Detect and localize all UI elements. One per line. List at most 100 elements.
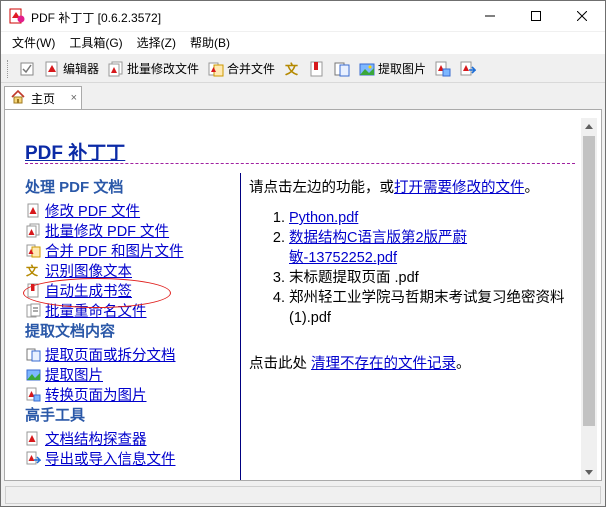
scroll-thumb[interactable]: [583, 136, 595, 426]
cleanup-prefix: 点击此处: [249, 356, 312, 372]
minimize-button[interactable]: [467, 1, 513, 31]
batch-modify-button[interactable]: 批量修改文件: [104, 57, 202, 81]
page-title[interactable]: PDF 补丁丁: [25, 138, 125, 165]
export-arrow-icon: [25, 450, 41, 466]
ocr-text-icon: 文: [25, 262, 41, 278]
home-page: PDF 补丁丁 处理 PDF 文档 修改 PDF 文件 批量修改 PDF 文件 …: [13, 118, 580, 480]
home-icon: [10, 89, 26, 108]
feature-extract-pages-link[interactable]: 提取页面或拆分文档: [45, 344, 176, 365]
pdf-app-icon: [9, 8, 25, 24]
feature-merge-link[interactable]: 合并 PDF 和图片文件: [45, 240, 184, 261]
close-button[interactable]: [559, 1, 605, 31]
image-icon: [25, 366, 41, 382]
pdf-to-image-button[interactable]: [431, 57, 454, 81]
recent-file-item[interactable]: 末标题提取页面 .pdf: [289, 268, 575, 288]
checkbox-icon: [18, 60, 35, 77]
scroll-up-icon[interactable]: [581, 118, 597, 134]
feature-ocr[interactable]: 文 识别图像文本: [25, 260, 235, 280]
pdf-merge-icon: [207, 60, 224, 77]
recent-file-name[interactable]: 末标题提取页面 .pdf: [289, 270, 419, 286]
scroll-down-icon[interactable]: [581, 464, 597, 480]
extract-pages-button[interactable]: [330, 57, 353, 81]
recent-file-item[interactable]: 郑州轻工业学院马哲期末考试复习绝密资料 (1).pdf: [289, 288, 575, 328]
feature-modify-pdf-link[interactable]: 修改 PDF 文件: [45, 200, 140, 221]
feature-page-to-image-link[interactable]: 转换页面为图片: [45, 384, 147, 405]
cleanup-text: 点击此处 清理不存在的文件记录。: [249, 354, 575, 374]
svg-text:文: 文: [285, 62, 299, 77]
feature-structure-explorer[interactable]: 文档结构探查器: [25, 428, 235, 448]
intro-suffix: 。: [524, 180, 540, 196]
menu-bar: 文件(W) 工具箱(G) 选择(Z) 帮助(B): [1, 32, 605, 54]
recent-file-link[interactable]: 数据结构C语言版第2版严蔚敏-13752252.pdf: [289, 230, 467, 266]
tab-home-label: 主页: [31, 92, 56, 106]
feature-modify-pdf[interactable]: 修改 PDF 文件: [25, 200, 235, 220]
open-file-link[interactable]: 打开需要修改的文件: [394, 180, 525, 196]
menu-toolbox[interactable]: 工具箱(G): [62, 32, 129, 54]
rename-icon: [25, 302, 41, 318]
pdf-merge-icon: [25, 242, 41, 258]
select-toggle-button[interactable]: [15, 57, 38, 81]
export-arrow-icon: [459, 60, 476, 77]
title-divider: [25, 163, 575, 164]
maximize-button[interactable]: [513, 1, 559, 31]
bookmark-icon: [308, 60, 325, 77]
feature-batch-modify-link[interactable]: 批量修改 PDF 文件: [45, 220, 169, 241]
batch-modify-label: 批量修改文件: [127, 62, 200, 76]
tab-strip: 主页 ×: [1, 84, 605, 110]
merge-button[interactable]: 合并文件: [204, 57, 278, 81]
app-window: PDF 补丁丁 [0.6.2.3572] 文件(W) 工具箱(G) 选择(Z) …: [0, 0, 606, 507]
highlight-ellipse: [23, 278, 171, 308]
extract-pages-icon: [333, 60, 350, 77]
image-icon: [358, 60, 375, 77]
pdf-edit-icon: [25, 202, 41, 218]
pdf-convert-icon: [434, 60, 451, 77]
recent-file-name[interactable]: 郑州轻工业学院马哲期末考试复习绝密资料 (1).pdf: [289, 290, 565, 326]
menu-file[interactable]: 文件(W): [5, 32, 62, 54]
section-heading-process: 处理 PDF 文档: [25, 179, 124, 196]
tab-home[interactable]: 主页 ×: [4, 86, 82, 110]
editor-button[interactable]: 编辑器: [40, 57, 102, 81]
extract-images-label: 提取图片: [378, 62, 427, 76]
feature-export-import-info-link[interactable]: 导出或导入信息文件: [45, 448, 176, 469]
recent-file-item[interactable]: 数据结构C语言版第2版严蔚敏-13752252.pdf: [289, 228, 575, 268]
recent-file-item[interactable]: Python.pdf: [289, 208, 575, 228]
title-bar: PDF 补丁丁 [0.6.2.3572]: [1, 1, 605, 31]
bookmark-button[interactable]: [305, 57, 328, 81]
feature-extract-images-link[interactable]: 提取图片: [45, 364, 103, 385]
toolbar: 编辑器 批量修改文件 合并文件 文 提取图片: [1, 55, 605, 83]
feature-extract-images[interactable]: 提取图片: [25, 364, 235, 384]
svg-text:文: 文: [26, 263, 39, 278]
recent-panel: 请点击左边的功能，或打开需要修改的文件。 Python.pdf 数据结构C语言版…: [249, 176, 575, 374]
menu-select[interactable]: 选择(Z): [130, 32, 183, 54]
feature-structure-explorer-link[interactable]: 文档结构探查器: [45, 428, 147, 449]
cleanup-link[interactable]: 清理不存在的文件记录: [311, 356, 456, 372]
status-panel: [5, 486, 601, 504]
recent-file-link[interactable]: Python.pdf: [289, 210, 358, 226]
editor-label: 编辑器: [63, 62, 100, 76]
pdf-convert-icon: [25, 386, 41, 402]
pdf-batch-icon: [25, 222, 41, 238]
feature-batch-modify[interactable]: 批量修改 PDF 文件: [25, 220, 235, 240]
pdf-inspect-icon: [25, 430, 41, 446]
feature-export-import-info[interactable]: 导出或导入信息文件: [25, 448, 235, 468]
feature-extract-pages[interactable]: 提取页面或拆分文档: [25, 344, 235, 364]
merge-label: 合并文件: [227, 62, 276, 76]
toolbar-grip: [7, 59, 10, 78]
intro-prefix: 请点击左边的功能，或: [249, 180, 394, 196]
section-heading-expert: 高手工具: [25, 407, 86, 424]
extract-images-button[interactable]: 提取图片: [355, 57, 429, 81]
cleanup-suffix: 。: [456, 356, 471, 372]
recent-file-list: Python.pdf 数据结构C语言版第2版严蔚敏-13752252.pdf 末…: [249, 208, 575, 328]
export-info-button[interactable]: [456, 57, 479, 81]
vertical-scrollbar[interactable]: [581, 118, 597, 480]
feature-page-to-image[interactable]: 转换页面为图片: [25, 384, 235, 404]
tab-close-icon[interactable]: ×: [71, 92, 77, 104]
intro-text: 请点击左边的功能，或打开需要修改的文件。: [249, 176, 575, 200]
menu-help[interactable]: 帮助(B): [183, 32, 237, 54]
pdf-batch-icon: [107, 60, 124, 77]
window-title: PDF 补丁丁 [0.6.2.3572]: [31, 11, 162, 25]
extract-pages-icon: [25, 346, 41, 362]
feature-merge[interactable]: 合并 PDF 和图片文件: [25, 240, 235, 260]
ocr-text-icon: 文: [283, 60, 300, 77]
ocr-button[interactable]: 文: [280, 57, 303, 81]
